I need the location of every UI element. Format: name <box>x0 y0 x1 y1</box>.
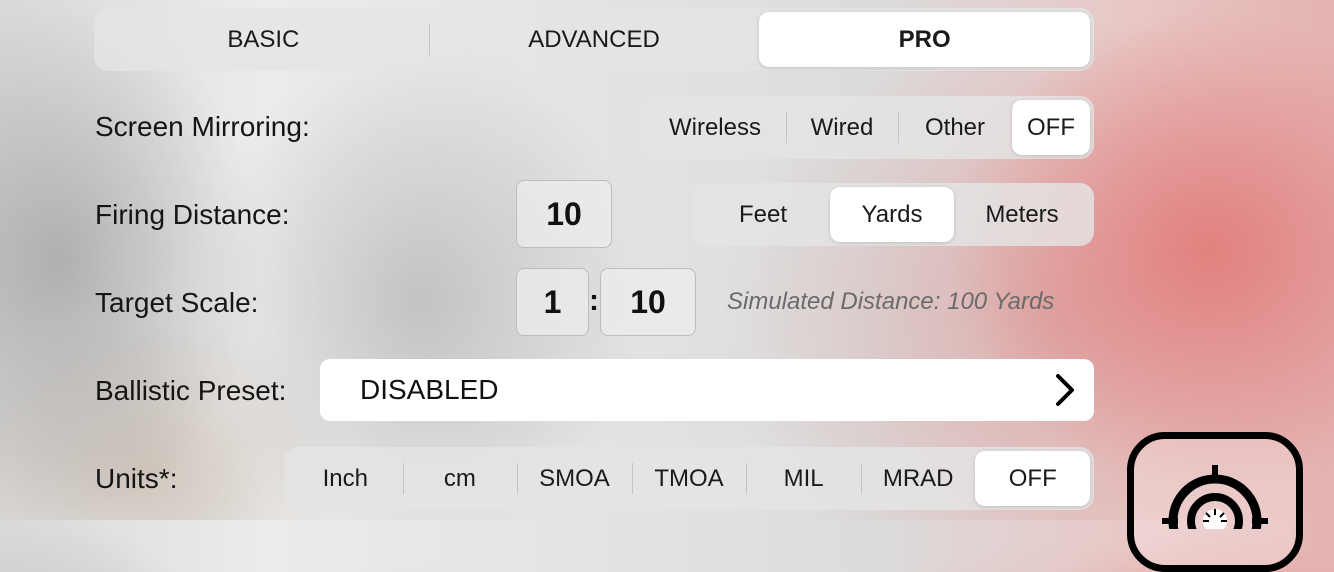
units-label: Units*: <box>95 463 178 494</box>
units-inch[interactable]: Inch <box>288 451 403 506</box>
target-scale-right-input[interactable]: 10 <box>600 268 696 336</box>
units-control: Inch cm SMOA TMOA MIL MRAD OFF <box>284 447 1094 510</box>
units-tmoa[interactable]: TMOA <box>631 451 747 506</box>
mode-tabs: BASIC ADVANCED PRO <box>94 8 1094 71</box>
units-mrad[interactable]: MRAD <box>860 451 976 506</box>
distance-units-control: Feet Yards Meters <box>692 183 1094 246</box>
ballistic-preset-label: Ballistic Preset: <box>95 375 287 406</box>
mirroring-wireless[interactable]: Wireless <box>644 100 786 155</box>
ballistic-preset-selector[interactable]: DISABLED <box>320 359 1094 421</box>
tab-pro[interactable]: PRO <box>759 12 1091 67</box>
screen-mirroring-control: Wireless Wired Other OFF <box>640 96 1094 159</box>
units-smoa[interactable]: SMOA <box>517 451 632 506</box>
mirroring-other[interactable]: Other <box>898 100 1012 155</box>
target-scale-left-input[interactable]: 1 <box>516 268 589 336</box>
target-button[interactable] <box>1127 432 1303 572</box>
unit-meters[interactable]: Meters <box>954 187 1090 242</box>
chevron-right-icon <box>1054 373 1076 414</box>
unit-yards[interactable]: Yards <box>830 187 954 242</box>
firing-distance-input[interactable]: 10 <box>516 180 612 248</box>
units-cm[interactable]: cm <box>402 451 518 506</box>
unit-feet[interactable]: Feet <box>696 187 830 242</box>
simulated-distance-note: Simulated Distance: 100 Yards <box>727 288 1055 315</box>
tab-advanced[interactable]: ADVANCED <box>428 12 760 67</box>
mirroring-wired[interactable]: Wired <box>786 100 898 155</box>
ballistic-preset-value: DISABLED <box>360 374 499 405</box>
units-off[interactable]: OFF <box>975 451 1091 506</box>
screen-mirroring-label: Screen Mirroring: <box>95 111 310 142</box>
scale-separator: : <box>589 284 599 317</box>
mirroring-off[interactable]: OFF <box>1012 100 1090 155</box>
tab-basic[interactable]: BASIC <box>98 12 429 67</box>
units-mil[interactable]: MIL <box>746 451 861 506</box>
target-scale-label: Target Scale: <box>95 287 259 318</box>
firing-distance-label: Firing Distance: <box>95 199 290 230</box>
